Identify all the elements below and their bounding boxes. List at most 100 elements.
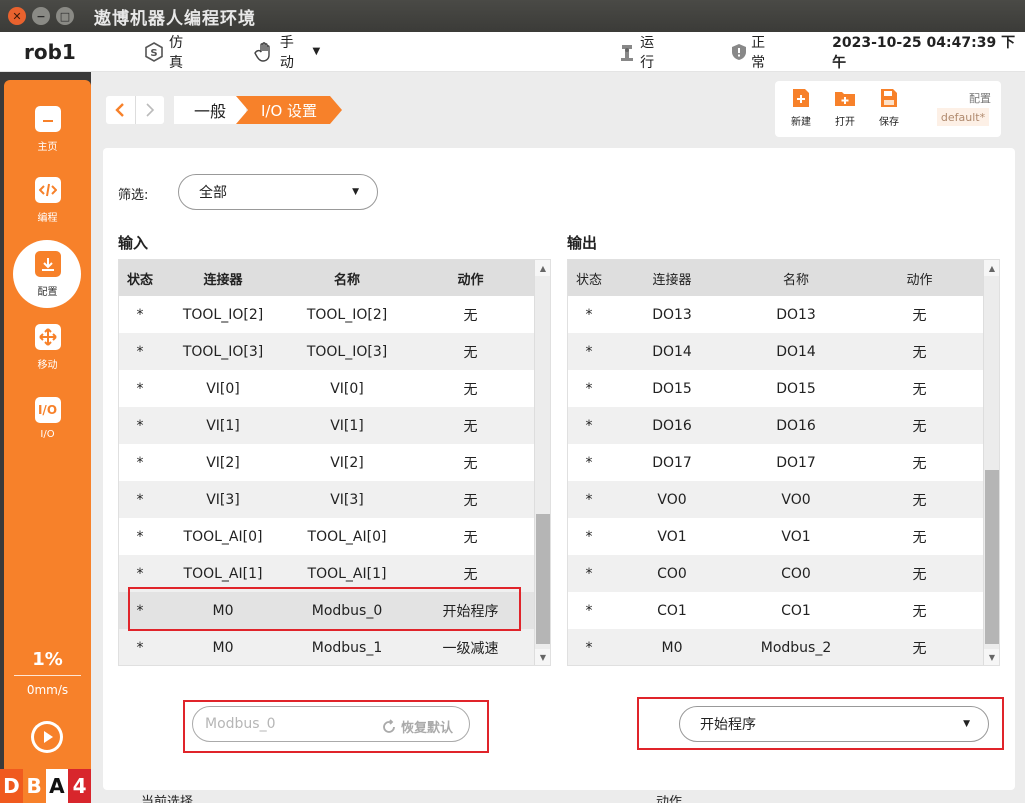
svg-text:S: S	[150, 48, 157, 59]
code-icon	[34, 176, 61, 203]
table-row[interactable]: * DO16 DO16 无	[568, 407, 999, 444]
table-cell: 无	[912, 492, 927, 509]
save-icon	[881, 89, 897, 107]
table-cell: 无	[463, 529, 478, 546]
refresh-icon	[383, 718, 395, 733]
input-section-title: 输入	[118, 234, 149, 252]
back-button[interactable]	[106, 96, 136, 124]
table-cell: VI[3]	[206, 491, 240, 508]
table-row[interactable]: * CO0 CO0 无	[568, 555, 999, 592]
scroll-thumb[interactable]	[536, 514, 550, 644]
sidebar: 主页 编程 配置 移动 I/O I/O 1% 0mm/s D B A 4	[0, 80, 91, 803]
close-icon[interactable]: ✕	[8, 7, 26, 25]
filter-value: 全部	[199, 185, 227, 201]
status-label: 正常	[751, 34, 766, 71]
column-header: 动作	[457, 272, 484, 288]
table-cell: DO14	[652, 343, 692, 360]
chevron-down-icon: ▼	[312, 46, 321, 57]
sim-mode-button[interactable]: S 仿真	[143, 32, 196, 72]
shield-icon	[731, 43, 747, 61]
table-cell: 无	[912, 603, 927, 620]
table-row[interactable]: * TOOL_IO[2] TOOL_IO[2] 无	[119, 296, 550, 333]
maximize-icon[interactable]: □	[56, 7, 74, 25]
table-row[interactable]: * DO13 DO13 无	[568, 296, 999, 333]
table-cell: TOOL_AI[0]	[183, 528, 263, 545]
output-table: 状态 连接器 名称 动作 * DO13 DO13 无 * DO14 DO14 无 * DO15 DO…	[567, 259, 1000, 666]
table-row[interactable]: * VI[0] VI[0] 无	[119, 370, 550, 407]
new-button[interactable]: 新建	[781, 87, 821, 133]
column-header: 名称	[333, 272, 360, 288]
sidebar-item-move[interactable]: 移动	[4, 315, 91, 379]
table-cell: CO0	[781, 565, 811, 582]
dropdown-arrow-icon: ▼	[963, 719, 970, 729]
table-cell: TOOL_AI[1]	[183, 565, 263, 582]
table-cell: *	[585, 565, 593, 582]
table-row[interactable]: * TOOL_AI[0] TOOL_AI[0] 无	[119, 518, 550, 555]
sidebar-item-label: 编程	[37, 212, 58, 224]
table-cell: 无	[912, 381, 927, 398]
table-cell: VO0	[781, 491, 811, 508]
table-cell: VO0	[657, 491, 687, 508]
table-row[interactable]: * DO17 DO17 无	[568, 444, 999, 481]
window-titlebar: ✕ − □ 遨博机器人编程环境	[0, 0, 1025, 32]
play-button[interactable]	[31, 721, 63, 753]
table-row[interactable]: * TOOL_IO[3] TOOL_IO[3] 无	[119, 333, 550, 370]
sidebar-item-config[interactable]: 配置	[4, 242, 91, 306]
table-row[interactable]: * CO1 CO1 无	[568, 592, 999, 629]
new-label: 新建	[791, 117, 811, 128]
config-icon	[34, 250, 61, 277]
reset-default-button[interactable]: 恢复默认	[381, 717, 453, 736]
table-row[interactable]: * VO1 VO1 无	[568, 518, 999, 555]
table-cell: M0	[212, 639, 234, 656]
hand-icon	[252, 41, 276, 63]
table-cell: 无	[912, 307, 927, 324]
table-cell: *	[585, 417, 593, 434]
table-row[interactable]: * DO14 DO14 无	[568, 333, 999, 370]
action-dropdown[interactable]: 开始程序 ▼	[679, 706, 989, 742]
column-header: 状态	[575, 272, 602, 288]
output-scrollbar[interactable]: ▲ ▼	[983, 260, 999, 665]
table-row[interactable]: * M0 Modbus_1 一级减速	[119, 629, 550, 665]
table-cell: 无	[912, 455, 927, 472]
table-row[interactable]: * VI[2] VI[2] 无	[119, 444, 550, 481]
filter-dropdown[interactable]: 全部 ▼	[178, 174, 378, 210]
scroll-thumb[interactable]	[985, 470, 999, 644]
table-row[interactable]: * M0 Modbus_2 无	[568, 629, 999, 665]
column-header: 名称	[782, 272, 809, 288]
breadcrumb-io-settings[interactable]: I/O 设置	[236, 96, 342, 124]
scroll-up-icon[interactable]: ▲	[535, 260, 550, 276]
scroll-up-icon[interactable]: ▲	[984, 260, 999, 276]
sidebar-item-home[interactable]: 主页	[4, 97, 91, 161]
speed-percent: 1%	[32, 649, 63, 670]
sidebar-item-label: I/O	[40, 428, 55, 440]
table-cell: TOOL_IO[2]	[306, 306, 388, 323]
scroll-down-icon[interactable]: ▼	[984, 649, 999, 665]
save-button[interactable]: 保存	[869, 87, 909, 133]
input-scrollbar[interactable]: ▲ ▼	[534, 260, 550, 665]
table-cell: *	[136, 380, 144, 397]
history-nav	[106, 96, 164, 124]
minimize-icon[interactable]: −	[32, 7, 50, 25]
open-button[interactable]: 打开	[825, 87, 865, 133]
table-row[interactable]: * VI[1] VI[1] 无	[119, 407, 550, 444]
current-selection-input[interactable]: Modbus_0 恢复默认	[192, 706, 470, 742]
table-cell: *	[136, 417, 144, 434]
sidebar-item-io[interactable]: I/O I/O	[4, 386, 91, 450]
scroll-down-icon[interactable]: ▼	[535, 649, 550, 665]
table-cell: TOOL_AI[1]	[307, 565, 387, 582]
output-section-title: 输出	[567, 234, 598, 252]
table-cell: VI[1]	[206, 417, 240, 434]
table-cell: VI[0]	[330, 380, 364, 397]
manual-mode-dropdown[interactable]: 手动 ▼	[252, 32, 320, 72]
sidebar-item-program[interactable]: 编程	[4, 168, 91, 232]
sidebar-item-label: 移动	[37, 359, 58, 371]
table-row[interactable]: * VI[3] VI[3] 无	[119, 481, 550, 518]
table-row[interactable]: * VO0 VO0 无	[568, 481, 999, 518]
table-cell: VI[1]	[330, 417, 364, 434]
table-row[interactable]: * DO15 DO15 无	[568, 370, 999, 407]
table-cell: *	[585, 528, 593, 545]
run-label: 运行	[640, 34, 655, 71]
move-icon	[34, 323, 61, 350]
play-icon	[34, 724, 60, 750]
forward-button[interactable]	[136, 96, 165, 124]
